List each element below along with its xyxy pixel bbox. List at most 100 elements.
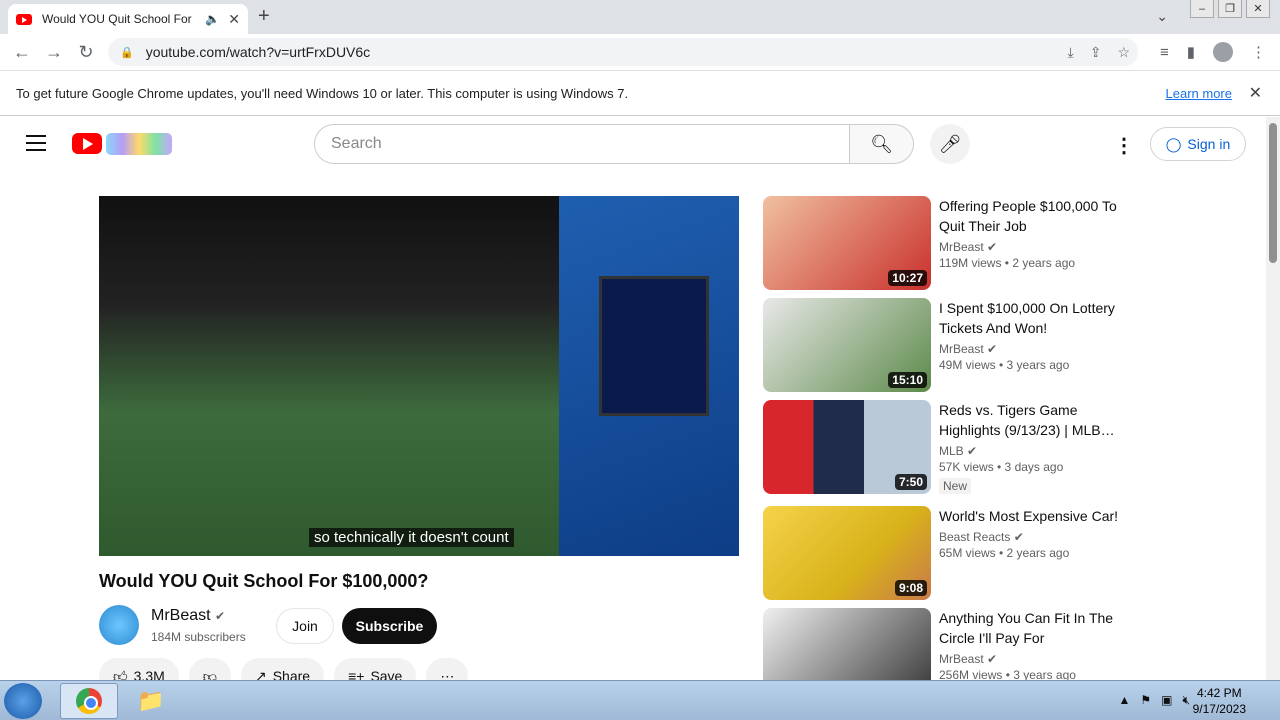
microphone-icon: 🎤︎ [938,133,962,154]
chrome-menu-icon[interactable]: ⋮ [1251,43,1266,61]
recommendation-item[interactable]: 7:50 Reds vs. Tigers Game Highlights (9/… [763,400,1143,496]
subscribe-button[interactable]: Subscribe [342,608,437,644]
video-thumbnail[interactable]: 10:27 [763,196,931,290]
recommendation-meta: 119M views • 2 years ago [939,256,1076,270]
tab-title: Would YOU Quit School For [42,12,192,26]
youtube-header: Search 🔍︎ 🎤︎ ⋮ ◯ Sign in [0,117,1266,173]
update-infobar: To get future Google Chrome updates, you… [0,70,1280,116]
verified-icon: ✔ [1013,530,1024,544]
scrollbar-thumb[interactable] [1269,123,1277,263]
clock-date: 9/17/2023 [1192,702,1246,716]
verified-icon: ✔ [987,652,998,666]
video-thumbnail[interactable]: 7:50 [763,400,931,494]
profile-avatar-icon[interactable] [1213,42,1233,62]
video-thumbnail[interactable]: 15:10 [763,298,931,392]
duration-badge: 15:10 [888,372,927,388]
channel-text: MrBeast [939,342,984,356]
taskbar-chrome-button[interactable] [60,683,118,719]
close-window-button[interactable]: ✕ [1246,0,1270,18]
join-button[interactable]: Join [276,608,334,644]
page-scrollbar[interactable] [1266,117,1280,680]
address-bar[interactable]: 🔒 youtube.com/watch?v=urtFrxDUV6c [108,38,1138,66]
bookmark-star-icon[interactable]: ☆ [1117,44,1130,61]
duration-badge: 9:08 [894,580,927,596]
flag-icon[interactable]: ⚑ [1140,693,1151,708]
forward-icon[interactable]: → [38,42,70,63]
machine-display [599,276,709,416]
infobar-text: To get future Google Chrome updates, you… [16,85,629,101]
youtube-favicon-icon [16,13,32,25]
search-input[interactable]: Search [314,124,850,164]
reading-list-icon[interactable]: ≡ [1160,44,1169,61]
tab-search-icon[interactable]: ⌄ [1156,8,1168,25]
speaker-icon[interactable]: 🔈 [205,12,220,26]
lock-icon[interactable]: 🔒 [120,46,134,59]
taskbar-explorer-button[interactable]: 📁 [128,683,174,719]
volume-icon[interactable]: 🔇︎ [1182,693,1190,708]
settings-menu-icon[interactable]: ⋮ [1114,133,1134,158]
recommendation-title[interactable]: I Spent $100,000 On Lottery Tickets And … [939,298,1139,338]
windows-taskbar: 📁 ▲ ⚑ ▣ 🔇︎ 4:42 PM 9/17/2023 [0,680,1280,720]
install-icon[interactable]: ⤓ [1068,44,1074,61]
youtube-doodle-logo[interactable] [106,133,172,155]
window-controls: – ❐ ✕ [1190,0,1270,18]
sign-in-label: Sign in [1187,136,1231,152]
new-badge: New [939,478,972,494]
tab-strip: Would YOU Quit School For 🔈 ✕ + ⌄ – ❐ ✕ [0,0,1280,34]
search-button[interactable]: 🔍︎ [850,124,914,164]
video-caption: so technically it doesn't count [309,528,514,547]
recommendation-title[interactable]: World's Most Expensive Car! [939,506,1139,526]
folder-icon: 📁 [137,688,165,713]
recommendation-item[interactable]: 9:08 World's Most Expensive Car! Beast R… [763,506,1143,602]
recommendation-channel[interactable]: MrBeast ✔ [939,652,1139,666]
recommendation-title[interactable]: Reds vs. Tigers Game Highlights (9/13/23… [939,400,1139,440]
recommendation-item[interactable]: 15:10 I Spent $100,000 On Lottery Ticket… [763,298,1143,394]
reload-icon[interactable]: ↻ [70,42,102,63]
back-icon[interactable]: ← [6,42,38,63]
video-thumbnail[interactable]: 9:08 [763,506,931,600]
subscriber-count: 184M subscribers [151,630,246,644]
infobar-close-icon[interactable]: ✕ [1249,83,1262,103]
minimize-button[interactable]: – [1190,0,1214,18]
verified-icon: ✔ [215,609,226,623]
learn-more-link[interactable]: Learn more [1166,86,1232,101]
recommendation-meta: 65M views • 2 years ago [939,546,1070,560]
hamburger-menu-icon[interactable] [26,135,46,151]
tray-expand-icon[interactable]: ▲ [1118,693,1130,708]
recommendation-channel[interactable]: MLB ✔ [939,444,1139,458]
network-icon[interactable]: ▣ [1161,693,1172,708]
recommendation-meta: 49M views • 3 years ago [939,358,1070,372]
recommendation-channel[interactable]: MrBeast ✔ [939,342,1139,356]
new-tab-button[interactable]: + [258,5,270,28]
recommendation-title[interactable]: Offering People $100,000 To Quit Their J… [939,196,1139,236]
recommendation-title[interactable]: Anything You Can Fit In The Circle I'll … [939,608,1139,648]
maximize-button[interactable]: ❐ [1218,0,1242,18]
recommendation-item[interactable]: 10:27 Offering People $100,000 To Quit T… [763,196,1143,292]
account-icon: ◯ [1165,135,1182,152]
url-text: youtube.com/watch?v=urtFrxDUV6c [145,44,371,60]
sign-in-button[interactable]: ◯ Sign in [1150,127,1246,161]
recommendation-channel[interactable]: Beast Reacts ✔ [939,530,1139,544]
system-tray: ▲ ⚑ ▣ 🔇︎ [1118,693,1190,708]
close-tab-icon[interactable]: ✕ [228,11,240,28]
recommendation-channel[interactable]: MrBeast ✔ [939,240,1139,254]
youtube-logo-icon[interactable] [72,133,102,154]
clock-time: 4:42 PM [1196,686,1242,700]
channel-text: Beast Reacts [939,530,1011,544]
voice-search-button[interactable]: 🎤︎ [930,124,970,164]
browser-tab[interactable]: Would YOU Quit School For 🔈 ✕ [8,4,248,34]
video-title: Would YOU Quit School For $100,000? [99,571,429,591]
channel-name[interactable]: MrBeast ✔ [151,607,225,625]
channel-avatar[interactable] [99,605,139,645]
verified-icon: ✔ [967,444,978,458]
start-button[interactable] [4,683,42,719]
chrome-icon [76,688,102,714]
verified-icon: ✔ [987,240,998,254]
duration-badge: 10:27 [888,270,927,286]
share-icon[interactable]: ⇪ [1090,44,1102,61]
video-player[interactable]: so technically it doesn't count [99,196,739,556]
taskbar-clock[interactable]: 4:42 PM 9/17/2023 [1193,685,1246,717]
side-panel-icon[interactable]: ▮ [1187,43,1195,61]
channel-text: MrBeast [939,652,984,666]
browser-actions: ≡ ▮ ⋮ [1160,42,1266,62]
